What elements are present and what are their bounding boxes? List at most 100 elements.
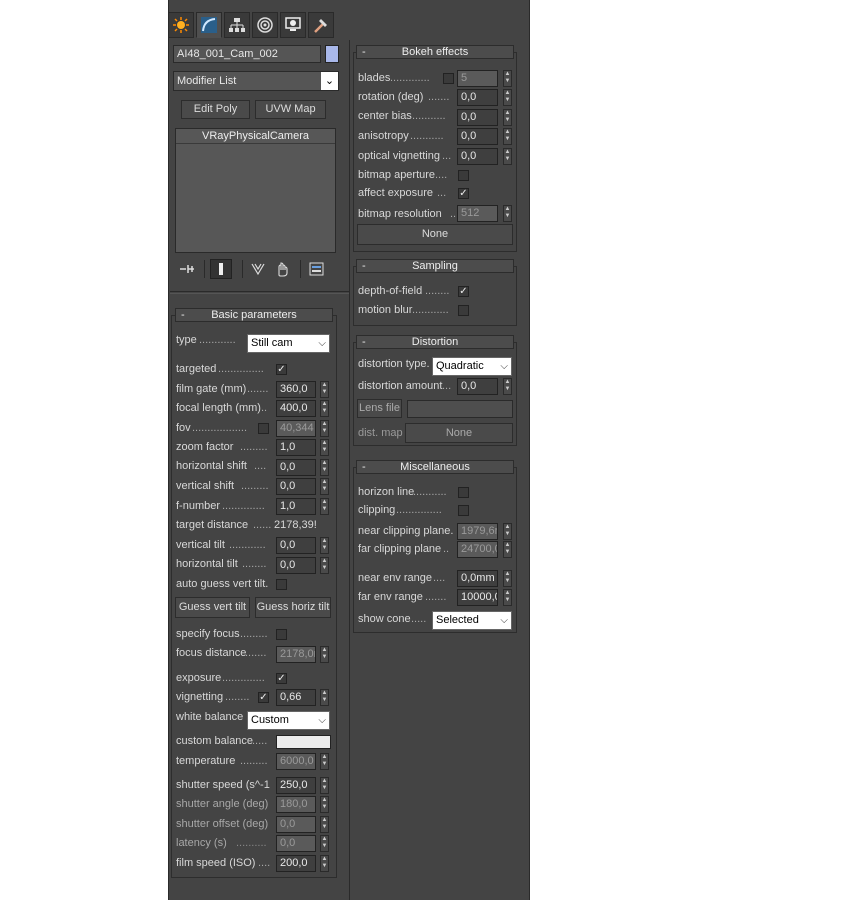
spinner-arrows-icon[interactable]: ▲ ▼ [320, 796, 329, 813]
modify-tab[interactable] [196, 12, 222, 38]
distortion-amount-value[interactable]: 0,0 [457, 378, 498, 395]
horizontal-tilt-value[interactable]: 0,0 [276, 557, 316, 574]
pin-stack-icon[interactable] [178, 262, 196, 276]
spinner-arrows-icon[interactable]: ▲ ▼ [320, 557, 329, 574]
distortion-header[interactable]: - Distortion [356, 335, 514, 349]
center-bias-value[interactable]: 0,0 [457, 109, 498, 126]
focus-distance-value[interactable]: 2178,0r [276, 646, 316, 663]
specify-focus-checkbox[interactable] [276, 629, 287, 640]
latency-value[interactable]: 0,0 [276, 835, 316, 852]
motion-tab[interactable] [252, 12, 278, 38]
rotation-value[interactable]: 0,0 [457, 89, 498, 106]
spinner-arrows-icon[interactable]: ▲ ▼ [503, 128, 512, 145]
bokeh-effects-header[interactable]: - Bokeh effects [356, 45, 514, 59]
spinner-arrows-icon[interactable]: ▲ ▼ [320, 381, 329, 398]
object-name-field[interactable]: AI48_001_Cam_002 [173, 45, 321, 63]
guess-horiz-tilt-button[interactable]: Guess horiz tilt [255, 597, 331, 618]
utilities-tab[interactable] [308, 12, 334, 38]
spinner-arrows-icon[interactable]: ▲ ▼ [320, 537, 329, 554]
dist-map-none-button[interactable]: None [405, 423, 513, 443]
spinner-arrows-icon[interactable]: ▲ ▼ [503, 541, 512, 558]
spinner-arrows-icon[interactable]: ▲ ▼ [320, 459, 329, 476]
spinner-arrows-icon[interactable]: ▲ ▼ [320, 498, 329, 515]
optical-vignetting-value[interactable]: 0,0 [457, 148, 498, 165]
modifier-stack[interactable]: VRayPhysicalCamera [175, 128, 336, 253]
bitmap-aperture-checkbox[interactable] [458, 170, 469, 181]
spinner-arrows-icon[interactable]: ▲ ▼ [320, 400, 329, 417]
spinner-arrows-icon[interactable]: ▲ ▼ [503, 523, 512, 540]
spinner-arrows-icon[interactable]: ▲ ▼ [503, 378, 512, 395]
spinner-arrows-icon[interactable]: ▲ ▼ [503, 109, 512, 126]
depth-of-field-checkbox[interactable]: ✓ [458, 286, 469, 297]
spinner-arrows-icon[interactable]: ▲ ▼ [320, 646, 329, 663]
bokeh-bitmap-none-button[interactable]: None [357, 224, 513, 245]
hierarchy-tab[interactable] [224, 12, 250, 38]
sampling-header[interactable]: - Sampling [356, 259, 514, 273]
vignetting-value[interactable]: 0,66 [276, 689, 316, 706]
zoom-factor-value[interactable]: 1,0 [276, 439, 316, 456]
far-env-range-value[interactable]: 10000,0 [457, 589, 498, 606]
vertical-shift-value[interactable]: 0,0 [276, 478, 316, 495]
temperature-value[interactable]: 6000,0 [276, 753, 316, 770]
spinner-arrows-icon[interactable]: ▲ ▼ [320, 777, 329, 794]
stack-item[interactable]: VRayPhysicalCamera [176, 129, 335, 144]
spinner-arrows-icon[interactable]: ▲ ▼ [503, 589, 512, 606]
make-unique-icon[interactable] [250, 262, 268, 276]
blades-value[interactable]: 5 [457, 70, 498, 87]
blades-checkbox[interactable] [443, 73, 454, 84]
shutter-offset-value[interactable]: 0,0 [276, 816, 316, 833]
spinner-arrows-icon[interactable]: ▲ ▼ [503, 205, 512, 222]
spinner-arrows-icon[interactable]: ▲ ▼ [503, 570, 512, 587]
horizontal-shift-value[interactable]: 0,0 [276, 459, 316, 476]
spinner-arrows-icon[interactable]: ▲ ▼ [320, 478, 329, 495]
display-tab[interactable] [280, 12, 306, 38]
uvw-map-button[interactable]: UVW Map [255, 100, 326, 119]
fov-checkbox[interactable] [258, 423, 269, 434]
object-color-swatch[interactable] [325, 45, 339, 63]
bitmap-resolution-value[interactable]: 512 [457, 205, 498, 222]
vignetting-checkbox[interactable]: ✓ [258, 692, 269, 703]
spinner-arrows-icon[interactable]: ▲ ▼ [320, 439, 329, 456]
camera-type-dropdown[interactable]: Still cam ⌵ [247, 334, 330, 353]
lens-file-path-field[interactable] [407, 400, 513, 418]
shutter-speed-value[interactable]: 250,0 [276, 777, 316, 794]
fov-value[interactable]: 40,344 [276, 420, 316, 437]
basic-parameters-header[interactable]: - Basic parameters [175, 308, 333, 322]
spinner-arrows-icon[interactable]: ▲ ▼ [320, 816, 329, 833]
clipping-checkbox[interactable] [458, 505, 469, 516]
focal-length-value[interactable]: 400,0 [276, 400, 316, 417]
exposure-checkbox[interactable]: ✓ [276, 673, 287, 684]
lens-file-button[interactable]: Lens file [357, 399, 402, 418]
near-env-range-value[interactable]: 0,0mm [457, 570, 498, 587]
modifier-list-dropdown[interactable]: Modifier List ⌄ [173, 71, 339, 91]
spinner-arrows-icon[interactable]: ▲ ▼ [320, 855, 329, 872]
miscellaneous-header[interactable]: - Miscellaneous [356, 460, 514, 474]
film-gate-value[interactable]: 360,0 [276, 381, 316, 398]
horizon-line-checkbox[interactable] [458, 487, 469, 498]
remove-modifier-icon[interactable] [274, 261, 290, 277]
vertical-tilt-value[interactable]: 0,0 [276, 537, 316, 554]
configure-sets-icon[interactable] [309, 261, 325, 277]
targeted-checkbox[interactable]: ✓ [276, 364, 287, 375]
custom-balance-swatch[interactable] [276, 735, 331, 749]
affect-exposure-checkbox[interactable]: ✓ [458, 188, 469, 199]
far-clipping-plane-value[interactable]: 24700,0 [457, 541, 498, 558]
create-tab[interactable] [168, 12, 194, 38]
shutter-angle-value[interactable]: 180,0 [276, 796, 316, 813]
spinner-arrows-icon[interactable]: ▲ ▼ [503, 70, 512, 87]
spinner-arrows-icon[interactable]: ▲ ▼ [320, 420, 329, 437]
near-clipping-plane-value[interactable]: 1979,6r [457, 523, 498, 540]
spinner-arrows-icon[interactable]: ▲ ▼ [503, 89, 512, 106]
film-speed-value[interactable]: 200,0 [276, 855, 316, 872]
spinner-arrows-icon[interactable]: ▲ ▼ [320, 753, 329, 770]
edit-poly-button[interactable]: Edit Poly [181, 100, 250, 119]
distortion-type-dropdown[interactable]: Quadratic ⌵ [432, 357, 512, 376]
show-cone-dropdown[interactable]: Selected ⌵ [432, 611, 512, 630]
spinner-arrows-icon[interactable]: ▲ ▼ [320, 835, 329, 852]
f-number-value[interactable]: 1,0 [276, 498, 316, 515]
white-balance-dropdown[interactable]: Custom ⌵ [247, 711, 330, 730]
spinner-arrows-icon[interactable]: ▲ ▼ [320, 689, 329, 706]
guess-vert-tilt-button[interactable]: Guess vert tilt [175, 597, 250, 618]
auto-guess-vert-tilt-checkbox[interactable] [276, 579, 287, 590]
motion-blur-checkbox[interactable] [458, 305, 469, 316]
